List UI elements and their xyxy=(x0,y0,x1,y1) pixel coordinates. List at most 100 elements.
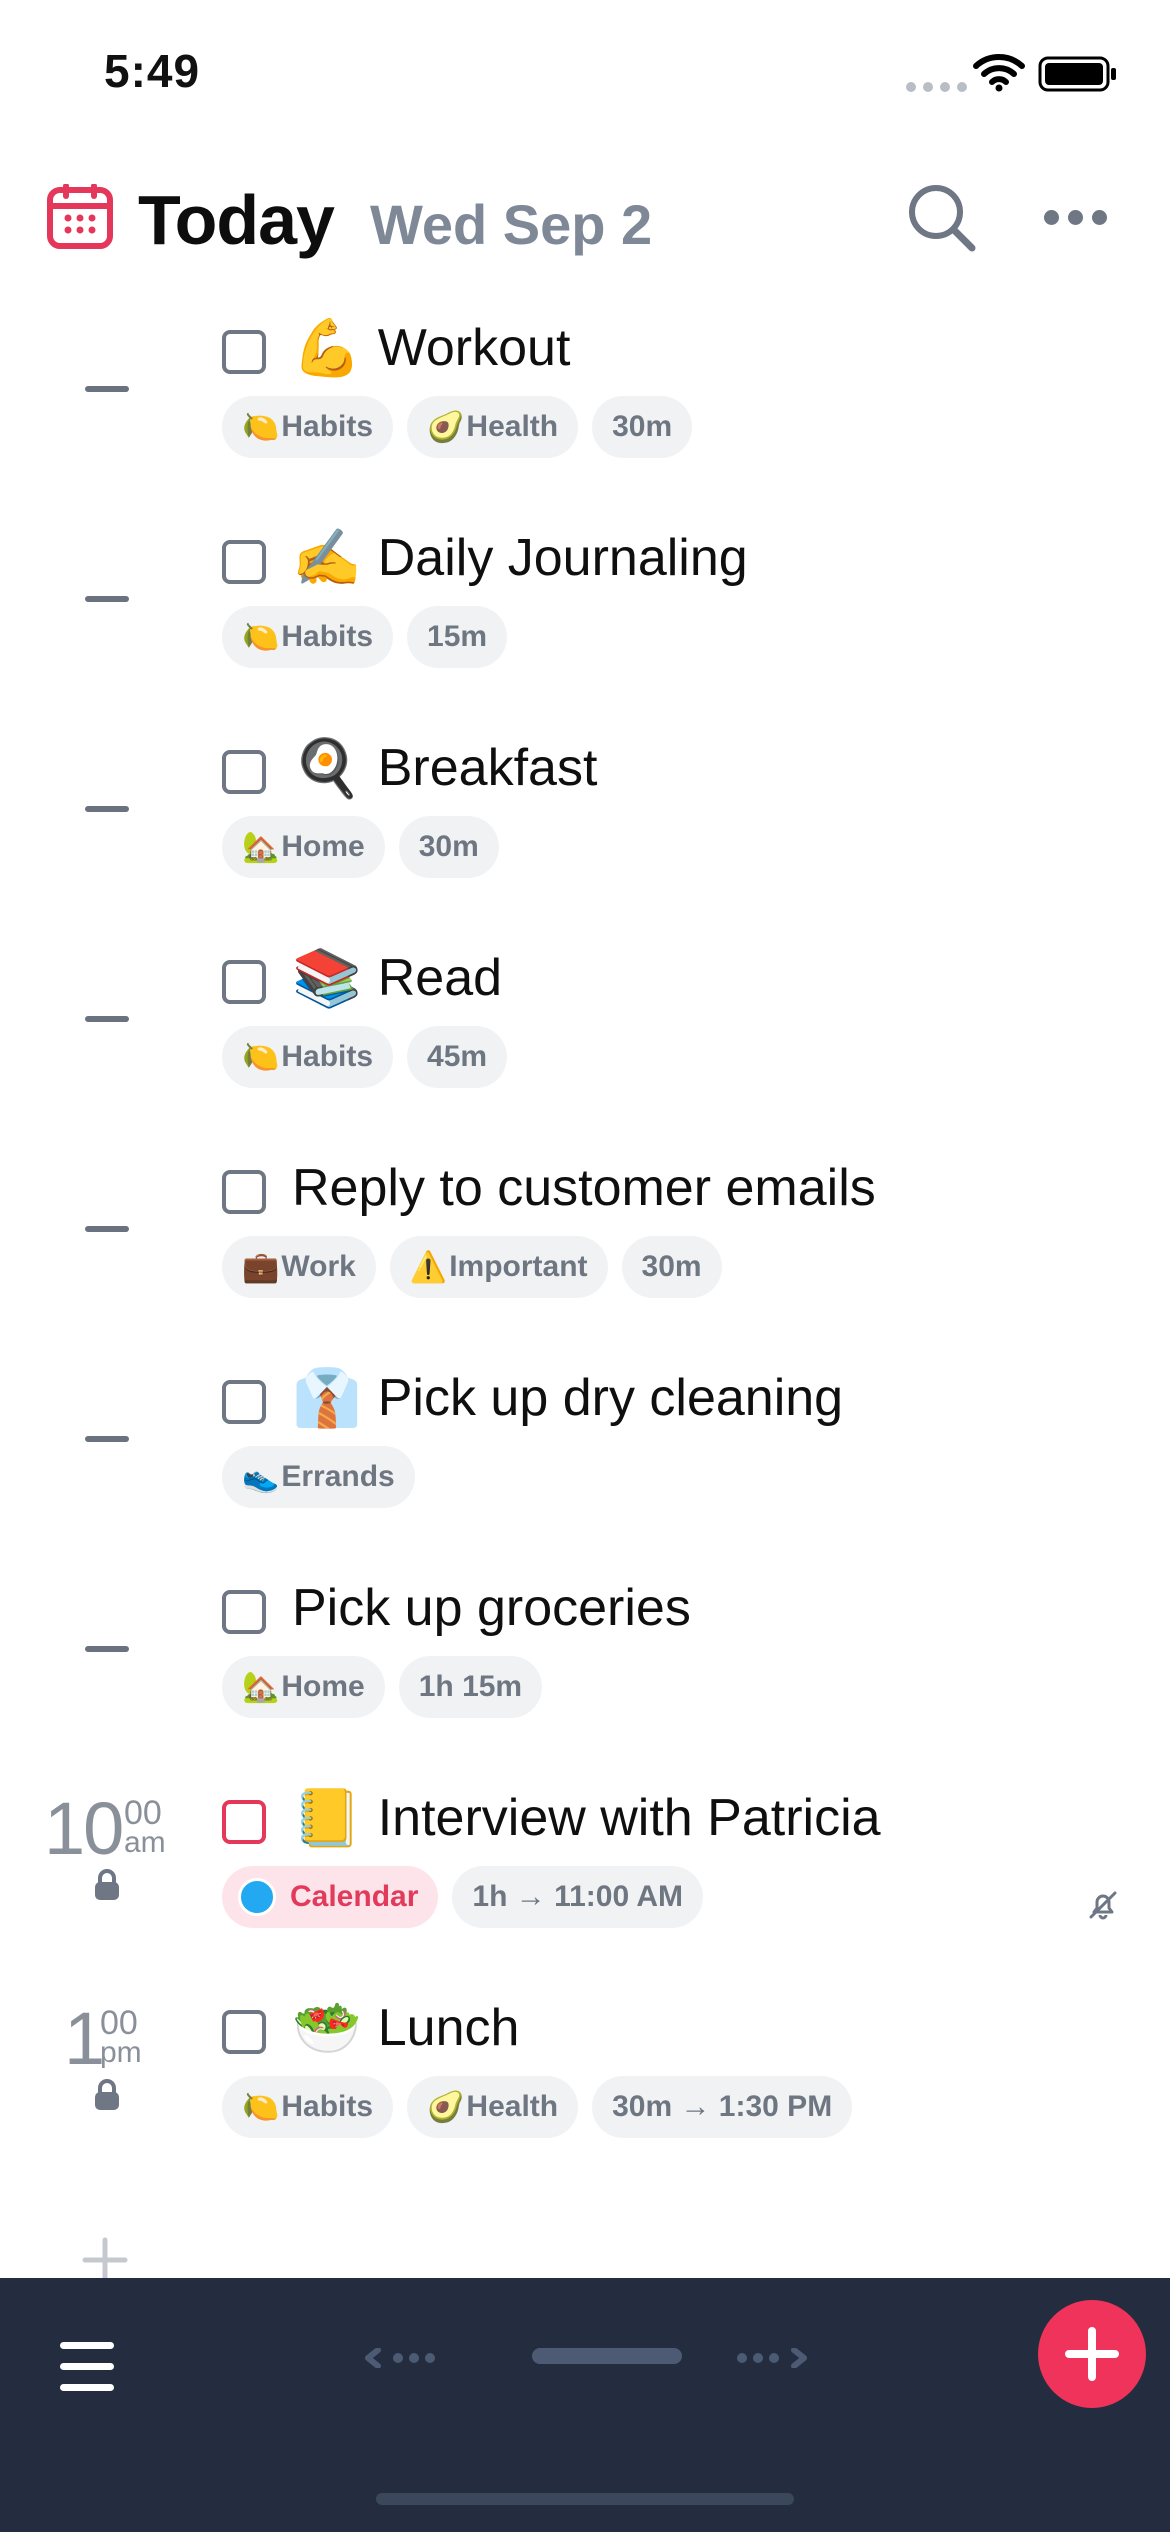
task-title-text: Breakfast xyxy=(377,739,598,797)
lock-icon xyxy=(95,1869,119,1900)
task-tags: 🍋 Habits 15m xyxy=(222,606,508,668)
task-emoji: ✍️ xyxy=(292,526,362,589)
task-emoji: 📚 xyxy=(292,946,362,1009)
task-time-gutter[interactable]: 10 00 am xyxy=(0,1770,215,1980)
battery-icon xyxy=(1038,56,1116,92)
task-checkbox[interactable] xyxy=(222,2010,266,2054)
task-time-gutter[interactable]: 1 00 pm xyxy=(0,1980,215,2190)
task-tags: 🍋 Habits 🥑 Health 30m xyxy=(222,396,693,458)
tag-important[interactable]: ⚠️ Important xyxy=(389,1236,608,1298)
time-hour: 10 xyxy=(44,1787,124,1870)
header: Today Wed Sep 2 xyxy=(0,170,1170,280)
task-checkbox[interactable] xyxy=(222,1590,266,1634)
task-time-gutter[interactable] xyxy=(0,1350,215,1560)
task-title-text: Interview with Patricia xyxy=(377,1789,881,1847)
task-emoji: 💪 xyxy=(292,316,362,379)
task-row[interactable]: 👔 Pick up dry cleaning 👟 Errands xyxy=(0,1350,1170,1560)
tag-duration[interactable]: 30m xyxy=(592,396,693,458)
task-checkbox[interactable] xyxy=(222,330,266,374)
page-title: Today xyxy=(138,181,335,259)
unscheduled-dash xyxy=(85,1436,129,1442)
task-title[interactable]: 💪 Workout xyxy=(292,318,570,378)
calendar-icon[interactable] xyxy=(46,184,114,250)
tag-duration[interactable]: 30m → 1:30 PM xyxy=(592,2076,853,2138)
next-day-icon[interactable] xyxy=(732,2348,808,2368)
task-row-scheduled[interactable]: 1 00 pm 🥗 Lunch 🍋 Habits 🥑 Health 30m → 1:… xyxy=(0,1980,1170,2190)
task-time-gutter[interactable] xyxy=(0,1560,215,1770)
task-list: 💪 Workout 🍋 Habits 🥑 Health 30m ✍️ Daily J… xyxy=(0,300,1170,2190)
task-time-gutter[interactable] xyxy=(0,300,215,510)
bell-off-icon[interactable] xyxy=(1086,1888,1120,1922)
unscheduled-dash xyxy=(85,1016,129,1022)
today-indicator[interactable] xyxy=(532,2348,682,2364)
tag-habits[interactable]: 🍋 Habits xyxy=(222,1026,394,1088)
task-checkbox[interactable] xyxy=(222,1170,266,1214)
task-title[interactable]: 📚 Read xyxy=(292,948,502,1008)
previous-day-icon[interactable] xyxy=(364,2348,440,2368)
tag-errands[interactable]: 👟 Errands xyxy=(222,1446,415,1508)
menu-icon[interactable] xyxy=(60,2342,114,2405)
task-title-text: Lunch xyxy=(377,1999,520,2057)
task-title[interactable]: 🥗 Lunch xyxy=(292,1998,519,2058)
task-tags: 🍋 Habits 🥑 Health 30m → 1:30 PM xyxy=(222,2076,853,2138)
task-title[interactable]: Pick up groceries xyxy=(292,1578,691,1638)
task-tags: 🏡 Home 1h 15m xyxy=(222,1656,543,1718)
status-time: 5:49 xyxy=(104,45,201,97)
add-task-button[interactable] xyxy=(1038,2300,1146,2408)
task-tags: 🏡 Home 30m xyxy=(222,816,499,878)
tag-duration[interactable]: 45m xyxy=(407,1026,508,1088)
task-checkbox[interactable] xyxy=(222,750,266,794)
tag-habits[interactable]: 🍋 Habits xyxy=(222,606,394,668)
task-time-gutter[interactable] xyxy=(0,1140,215,1350)
task-time-gutter[interactable] xyxy=(0,720,215,930)
bottom-toolbar xyxy=(0,2278,1170,2532)
task-time-gutter[interactable] xyxy=(0,510,215,720)
tag-health[interactable]: 🥑 Health xyxy=(407,396,579,458)
task-time-gutter[interactable] xyxy=(0,930,215,1140)
task-tags: 👟 Errands xyxy=(222,1446,415,1508)
task-row-scheduled[interactable]: 10 00 am 📒 Interview with Patricia Calen… xyxy=(0,1770,1170,1980)
tag-home[interactable]: 🏡 Home xyxy=(222,816,385,878)
task-title-text: Read xyxy=(377,949,503,1007)
task-checkbox[interactable] xyxy=(222,1800,266,1844)
tag-duration[interactable]: 1h 15m xyxy=(398,1656,543,1718)
tag-calendar[interactable]: Calendar xyxy=(222,1866,439,1928)
task-row[interactable]: ✍️ Daily Journaling 🍋 Habits 15m xyxy=(0,510,1170,720)
task-row[interactable]: 💪 Workout 🍋 Habits 🥑 Health 30m xyxy=(0,300,1170,510)
search-icon[interactable] xyxy=(906,182,978,254)
task-title[interactable]: 📒 Interview with Patricia xyxy=(292,1788,881,1848)
task-emoji: 👔 xyxy=(292,1366,362,1429)
task-title[interactable]: 👔 Pick up dry cleaning xyxy=(292,1368,843,1428)
task-title-text: Workout xyxy=(377,319,571,377)
task-title[interactable]: Reply to customer emails xyxy=(292,1158,876,1218)
tag-duration[interactable]: 30m xyxy=(398,816,499,878)
add-task-plus-icon[interactable] xyxy=(80,2236,130,2280)
task-checkbox[interactable] xyxy=(222,1380,266,1424)
unscheduled-dash xyxy=(85,806,129,812)
tag-duration[interactable]: 1h → 11:00 AM xyxy=(452,1866,704,1928)
tag-duration[interactable]: 15m xyxy=(407,606,508,668)
task-row[interactable]: Pick up groceries 🏡 Home 1h 15m xyxy=(0,1560,1170,1770)
unscheduled-dash xyxy=(85,1226,129,1232)
task-row[interactable]: 🍳 Breakfast 🏡 Home 30m xyxy=(0,720,1170,930)
time-ampm: am xyxy=(124,1826,166,1859)
task-row[interactable]: 📚 Read 🍋 Habits 45m xyxy=(0,930,1170,1140)
tag-health[interactable]: 🥑 Health xyxy=(407,2076,579,2138)
task-tags: 🍋 Habits 45m xyxy=(222,1026,508,1088)
page-date[interactable]: Wed Sep 2 xyxy=(370,192,652,257)
task-title[interactable]: 🍳 Breakfast xyxy=(292,738,597,798)
tag-duration[interactable]: 30m xyxy=(621,1236,722,1298)
tag-habits[interactable]: 🍋 Habits xyxy=(222,2076,394,2138)
tag-work[interactable]: 💼 Work xyxy=(222,1236,376,1298)
task-title[interactable]: ✍️ Daily Journaling xyxy=(292,528,748,588)
task-checkbox[interactable] xyxy=(222,960,266,1004)
tag-home[interactable]: 🏡 Home xyxy=(222,1656,385,1718)
task-checkbox[interactable] xyxy=(222,540,266,584)
task-title-text: Pick up groceries xyxy=(292,1579,691,1637)
plus-icon xyxy=(1065,2327,1119,2381)
status-bar: 5:49 xyxy=(0,0,1170,150)
task-row[interactable]: Reply to customer emails 💼 Work ⚠️ Importa… xyxy=(0,1140,1170,1350)
tag-habits[interactable]: 🍋 Habits xyxy=(222,396,394,458)
more-options-icon[interactable] xyxy=(1044,210,1107,225)
app-screen: 5:49 Today Wed Sep 2 💪 Workout 🍋 Habits … xyxy=(0,0,1170,2532)
